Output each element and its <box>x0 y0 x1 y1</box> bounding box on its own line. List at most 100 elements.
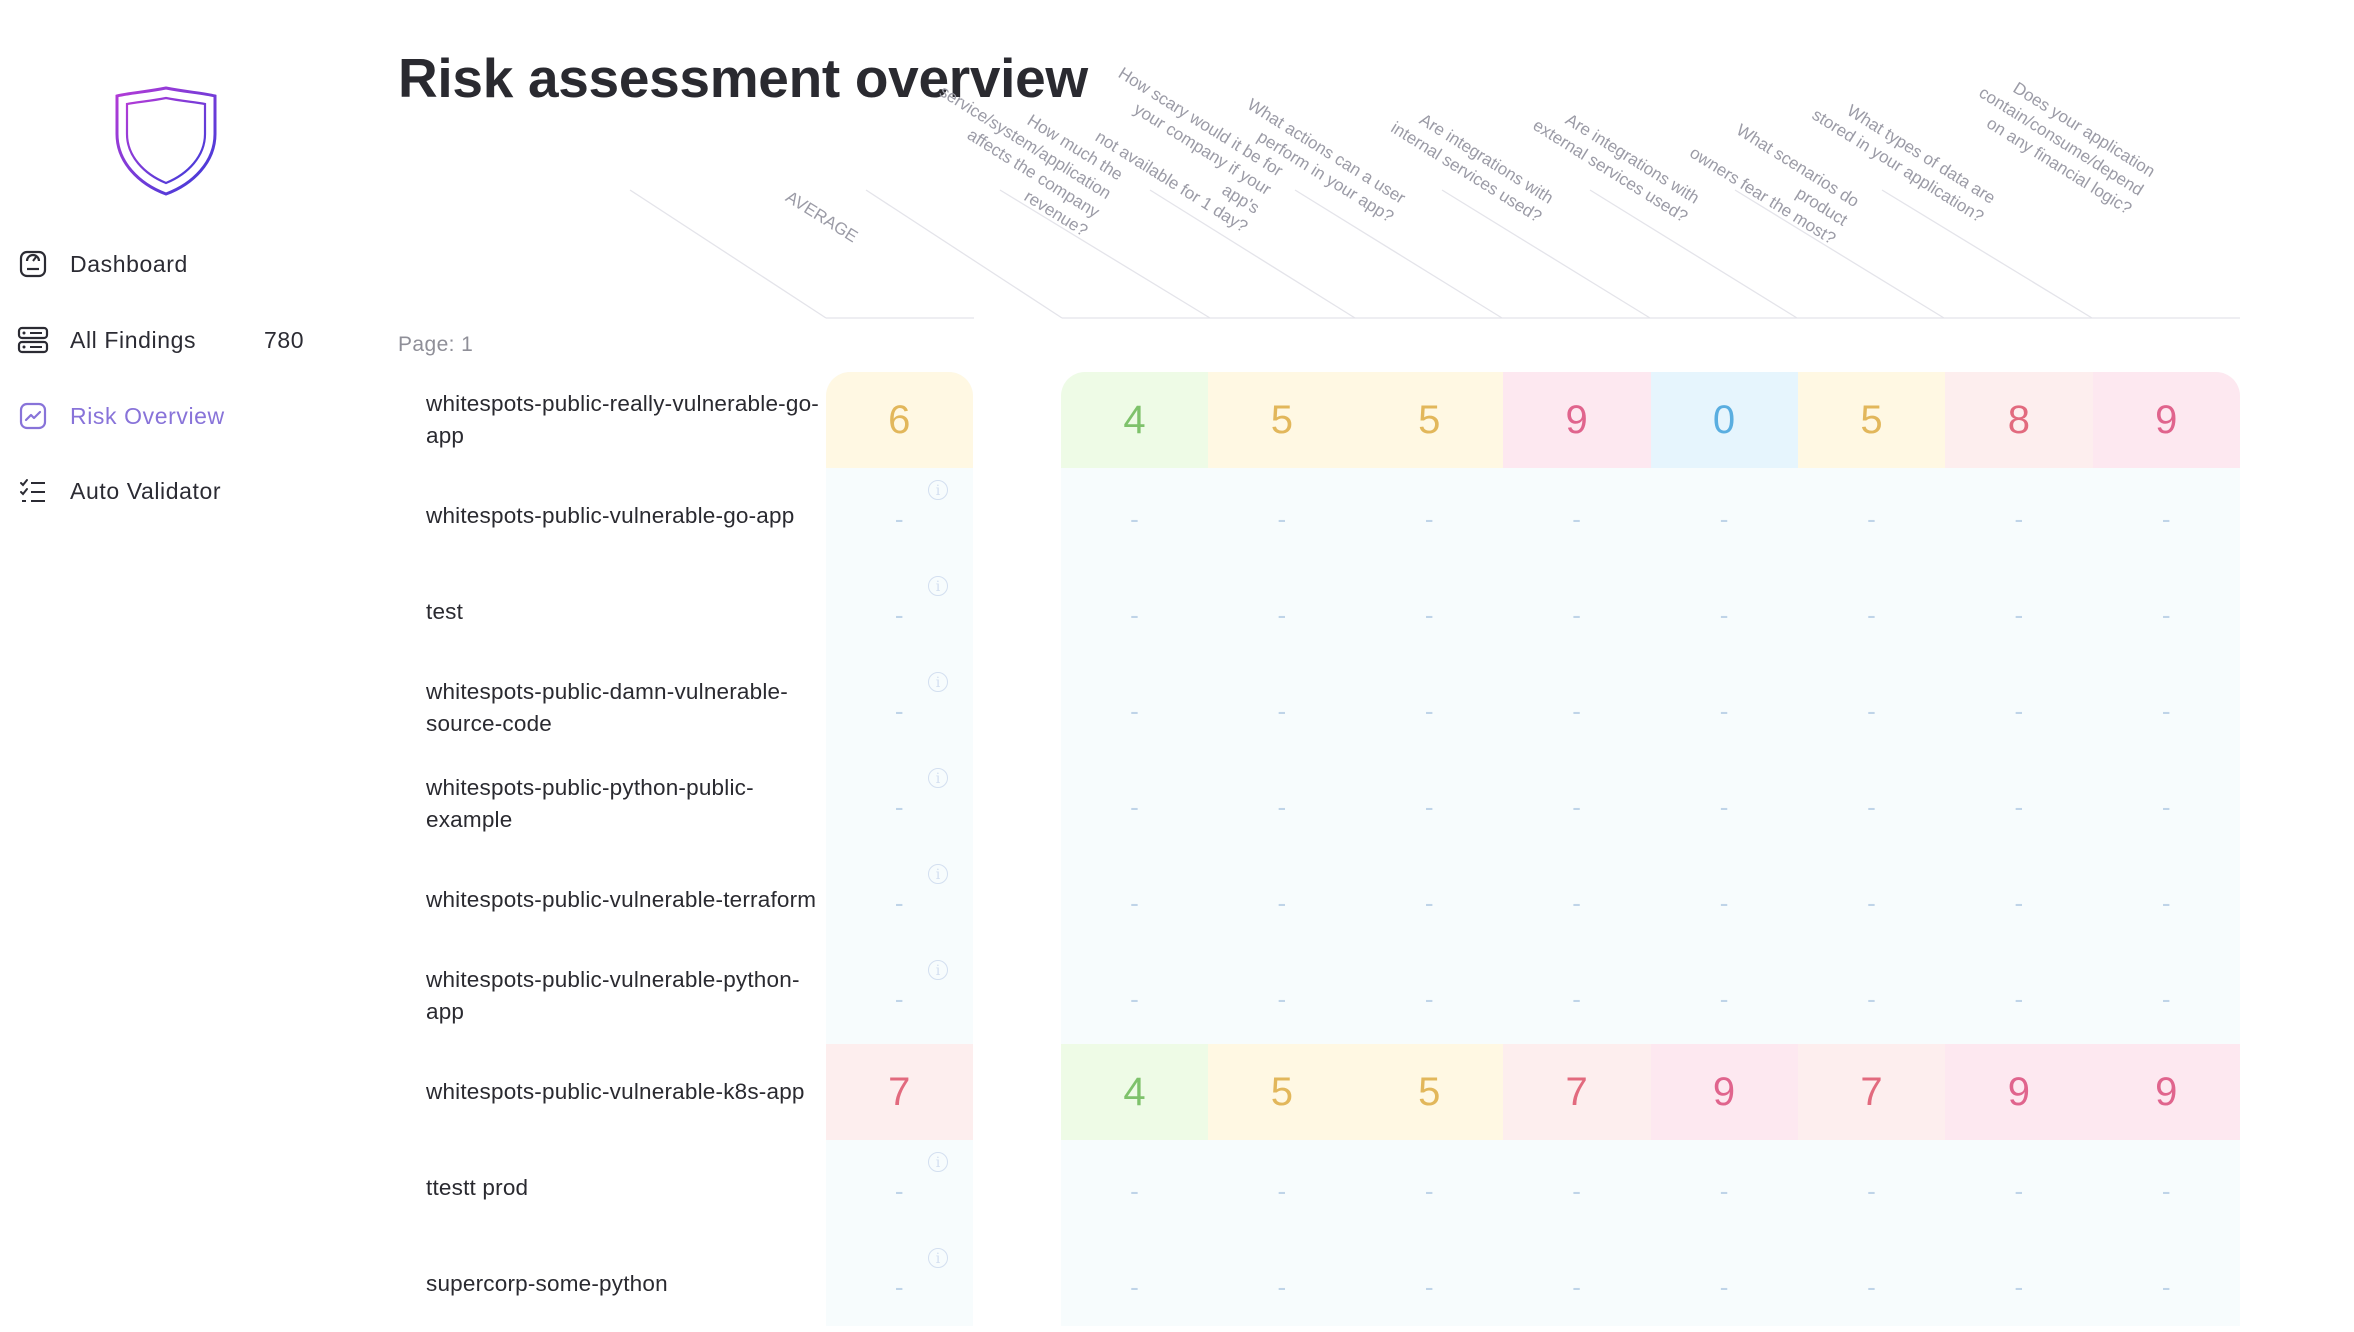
sidebar-item-auto-validator[interactable]: Auto Validator <box>16 469 221 513</box>
score-cell: 9 <box>2092 372 2241 468</box>
findings-icon <box>16 323 50 357</box>
score-cell: - <box>1867 887 1877 918</box>
shield-logo-icon <box>111 84 221 198</box>
table-row-name[interactable]: supercorp-some-python <box>426 1236 826 1332</box>
score-cell: - <box>1424 1175 1435 1206</box>
info-icon[interactable]: i <box>928 768 948 788</box>
score-cell: - <box>2014 983 2024 1014</box>
table-row-name[interactable]: whitespots-public-vulnerable-python-app <box>426 948 826 1044</box>
score-cell: - <box>1719 503 1729 534</box>
score-cell: 8 <box>1945 372 2093 468</box>
score-cell: - <box>2161 1271 2172 1302</box>
score-cell: - <box>1572 887 1582 918</box>
table-row-name[interactable]: whitespots-public-vulnerable-terraform <box>426 852 826 948</box>
score-cell: - <box>1130 791 1140 822</box>
score-cell: - <box>2014 503 2024 534</box>
score-cell: - <box>2014 1175 2024 1206</box>
dashboard-icon <box>16 247 50 281</box>
average-score-cell: - <box>894 887 905 918</box>
column-header-internal-integrations: Are integrations with internal services … <box>1387 109 1557 227</box>
table-row-name[interactable]: whitespots-public-vulnerable-k8s-app <box>426 1044 826 1140</box>
score-cell: - <box>1277 695 1287 726</box>
score-cell: - <box>2161 695 2172 726</box>
average-score-cell: - <box>894 503 905 534</box>
score-cell: - <box>1572 791 1582 822</box>
score-cell: 5 <box>1208 1044 1356 1140</box>
column-header-user-actions: What actions can a user perform in your … <box>1244 94 1409 227</box>
column-header-financial-logic: Does your application contain/consume/de… <box>1975 78 2159 219</box>
score-cell: - <box>1719 1175 1729 1206</box>
score-cell: - <box>1277 887 1287 918</box>
column-header-average: AVERAGE <box>782 187 862 247</box>
info-icon[interactable]: i <box>928 1152 948 1172</box>
score-cell: 7 <box>1798 1044 1946 1140</box>
score-cell: - <box>1719 983 1729 1014</box>
score-cell: 5 <box>1798 372 1946 468</box>
score-cell: - <box>1867 695 1877 726</box>
table-row-name[interactable]: whitespots-public-damn-vulnerable-source… <box>426 660 826 756</box>
score-cell: - <box>1867 503 1877 534</box>
score-cell: - <box>1130 887 1140 918</box>
sidebar-item-dashboard[interactable]: Dashboard <box>16 242 188 286</box>
sidebar: Dashboard All Findings 780 Risk Overview… <box>0 0 360 1326</box>
column-header-external-integrations: Are integrations with external services … <box>1529 109 1703 227</box>
score-cell: - <box>1572 599 1582 630</box>
score-cell: - <box>1867 983 1877 1014</box>
info-icon[interactable]: i <box>928 960 948 980</box>
score-cell: - <box>1719 599 1729 630</box>
sidebar-item-risk-overview[interactable]: Risk Overview <box>16 394 225 438</box>
score-cell: 0 <box>1650 372 1798 468</box>
score-cell: - <box>1719 791 1729 822</box>
score-cell: 9 <box>1650 1044 1798 1140</box>
score-cell: - <box>1130 599 1140 630</box>
info-icon[interactable]: i <box>928 1248 948 1268</box>
score-cell: - <box>2161 887 2172 918</box>
score-cell: - <box>1277 983 1287 1014</box>
info-icon[interactable]: i <box>928 672 948 692</box>
sidebar-item-label: Risk Overview <box>70 402 225 429</box>
score-cell: - <box>1277 599 1287 630</box>
score-cell: - <box>1424 503 1435 534</box>
average-score-cell: - <box>894 599 905 630</box>
score-cell: - <box>1424 887 1435 918</box>
score-cell: 4 <box>1061 372 1209 468</box>
info-icon[interactable]: i <box>928 864 948 884</box>
trend-chart-icon <box>16 399 50 433</box>
score-cell: - <box>2161 503 2172 534</box>
checklist-icon <box>16 474 50 508</box>
score-cell: - <box>1424 695 1435 726</box>
score-cell: - <box>2014 791 2024 822</box>
score-cell: - <box>1867 791 1877 822</box>
score-cell: - <box>1572 1271 1582 1302</box>
table-row-name[interactable]: ttestt prod <box>426 1140 826 1236</box>
average-score-cell: 6 <box>826 372 973 468</box>
column-header-availability: How scary would it be for your company i… <box>1091 63 1287 237</box>
score-cell: - <box>1130 1271 1140 1302</box>
score-cell: 4 <box>1061 1044 1209 1140</box>
average-score-cell: - <box>894 695 905 726</box>
sidebar-item-label: Auto Validator <box>70 477 222 504</box>
score-cell: 5 <box>1208 372 1356 468</box>
score-cell: 9 <box>2092 1044 2241 1140</box>
score-cell: - <box>2014 599 2024 630</box>
average-score-cell: - <box>894 1271 905 1302</box>
score-cell: - <box>1130 983 1140 1014</box>
info-icon[interactable]: i <box>928 576 948 596</box>
score-cell: - <box>1424 791 1435 822</box>
table-row-name[interactable]: test <box>426 564 826 660</box>
score-cell: - <box>1424 1271 1435 1302</box>
score-cell: - <box>1277 503 1287 534</box>
sidebar-item-all-findings[interactable]: All Findings 780 <box>16 318 304 362</box>
table-row-name[interactable]: whitespots-public-vulnerable-go-app <box>426 468 826 564</box>
score-cell: - <box>1277 1271 1287 1302</box>
info-icon[interactable]: i <box>928 480 948 500</box>
score-cell: - <box>1572 695 1582 726</box>
score-cell: - <box>2161 791 2172 822</box>
table-row-name[interactable]: whitespots-public-really-vulnerable-go-a… <box>426 372 826 468</box>
table-row-name[interactable]: whitespots-public-python-public-example <box>426 756 826 852</box>
score-cell: - <box>1130 503 1140 534</box>
score-cell: - <box>1130 695 1140 726</box>
score-cell: - <box>1130 1175 1140 1206</box>
page-title: Risk assessment overview <box>398 47 1088 109</box>
findings-count-badge: 780 <box>264 326 305 353</box>
